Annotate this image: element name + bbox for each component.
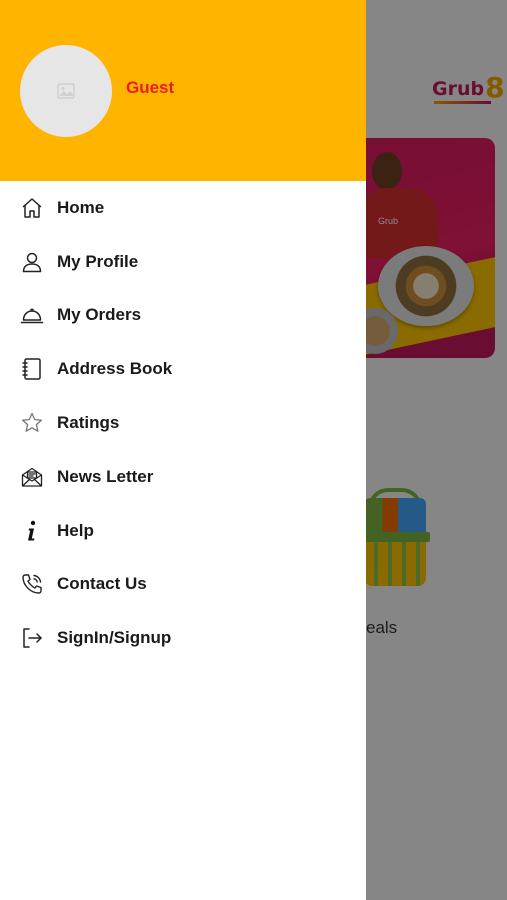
menu-item-ratings[interactable]: Ratings [0,396,366,450]
image-placeholder-icon [57,83,75,99]
menu-item-my-profile[interactable]: My Profile [0,235,366,289]
user-icon [19,249,45,275]
menu-item-contact-us[interactable]: Contact Us [0,558,366,612]
address-book-icon [19,356,45,382]
menu-label: My Orders [57,305,142,325]
cloche-icon [19,302,45,328]
menu-item-home[interactable]: Home [0,181,366,235]
avatar[interactable] [20,45,112,137]
drawer-header: Guest [0,0,366,181]
info-icon [19,518,45,544]
menu-item-my-orders[interactable]: My Orders [0,289,366,343]
menu-label: Address Book [57,359,173,379]
menu-label: Help [57,520,94,540]
menu-item-news-letter[interactable]: News Letter [0,450,366,504]
home-icon [19,195,45,221]
menu-label: SignIn/Signup [57,628,172,648]
menu-item-signin-signup[interactable]: SignIn/Signup [0,611,366,665]
menu-label: Home [57,197,105,217]
navigation-drawer: Guest Home My Profile My Orders Address … [0,0,366,900]
sign-in-icon [19,625,45,651]
user-name: Guest [126,78,175,97]
newsletter-icon [19,464,45,490]
star-icon [19,410,45,436]
menu-item-help[interactable]: Help [0,504,366,558]
menu-item-address-book[interactable]: Address Book [0,342,366,396]
drawer-menu: Home My Profile My Orders Address Book R… [0,181,366,665]
menu-label: My Profile [57,251,139,271]
menu-label: Contact Us [57,574,147,594]
phone-icon [19,571,45,597]
menu-label: Ratings [57,413,120,433]
menu-label: News Letter [57,466,154,486]
